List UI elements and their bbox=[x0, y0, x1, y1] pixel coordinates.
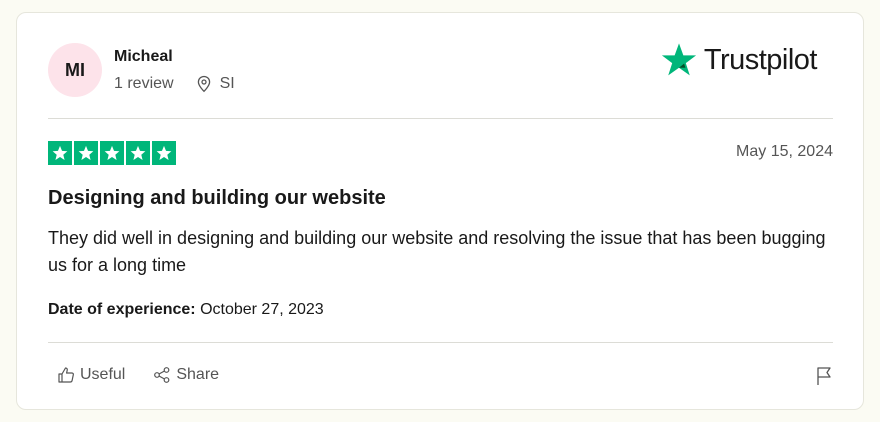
avatar-initials: MI bbox=[65, 59, 85, 80]
flag-icon bbox=[817, 367, 831, 385]
star-icon bbox=[126, 141, 150, 165]
location-code: SI bbox=[219, 75, 235, 92]
star-icon bbox=[74, 141, 98, 165]
experience-label: Date of experience: bbox=[48, 301, 196, 318]
review-card: MI Micheal 1 review SI Trustpilot May 15… bbox=[16, 12, 864, 410]
report-button[interactable] bbox=[815, 366, 833, 391]
review-actions: Useful Share bbox=[57, 366, 247, 384]
trustpilot-star-icon bbox=[661, 43, 696, 76]
share-label: Share bbox=[176, 366, 220, 383]
review-body: They did well in designing and building … bbox=[48, 228, 826, 275]
useful-button[interactable]: Useful bbox=[57, 366, 125, 384]
star-rating bbox=[48, 141, 178, 165]
star-icon bbox=[100, 141, 124, 165]
trustpilot-logo[interactable]: Trustpilot bbox=[660, 41, 818, 79]
review-title[interactable]: Designing and building our website bbox=[48, 187, 386, 210]
avatar[interactable]: MI bbox=[48, 43, 102, 97]
header-divider bbox=[48, 118, 833, 119]
reviewer-location: SI bbox=[196, 75, 235, 93]
share-icon bbox=[154, 367, 170, 383]
star-icon bbox=[48, 141, 72, 165]
brand-name: Trustpilot bbox=[703, 43, 818, 76]
review-date: May 15, 2024 bbox=[736, 143, 833, 160]
thumbs-up-icon bbox=[58, 367, 74, 383]
footer-divider bbox=[48, 342, 833, 343]
date-of-experience: Date of experience: October 27, 2023 bbox=[48, 301, 324, 319]
reviewer-name[interactable]: Micheal bbox=[114, 48, 173, 66]
useful-label: Useful bbox=[80, 366, 126, 383]
share-button[interactable]: Share bbox=[153, 366, 219, 384]
reviewer-meta: 1 review SI bbox=[114, 75, 235, 93]
experience-date: October 27, 2023 bbox=[200, 301, 324, 318]
location-pin-icon bbox=[197, 75, 210, 93]
star-icon bbox=[152, 141, 176, 165]
review-count: 1 review bbox=[114, 75, 174, 92]
